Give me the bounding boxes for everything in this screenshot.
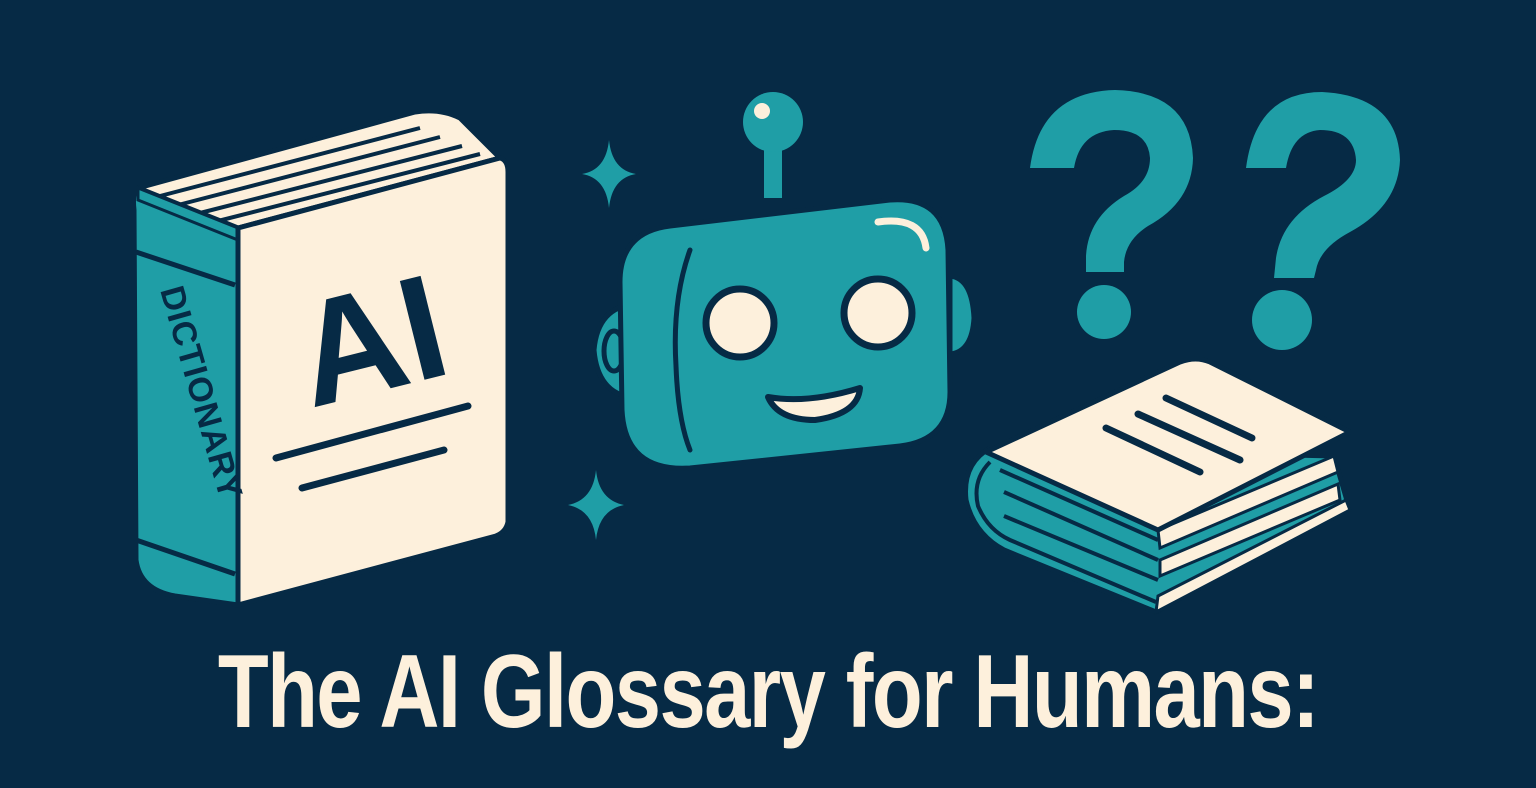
closed-book-icon	[963, 356, 1353, 615]
question-mark-icon	[1030, 90, 1193, 339]
question-mark-icon	[1246, 92, 1400, 350]
robot-head-icon	[591, 92, 977, 471]
headline-title: The AI Glossary for Humans:	[217, 634, 1320, 750]
dictionary-book-icon: AI DICTIONARY	[131, 108, 511, 608]
glossary-hero-banner: AI DICTIONARY The AI Glossary for Humans…	[0, 0, 1536, 788]
sparkle-icon	[568, 470, 624, 540]
sparkle-icon	[582, 140, 636, 208]
